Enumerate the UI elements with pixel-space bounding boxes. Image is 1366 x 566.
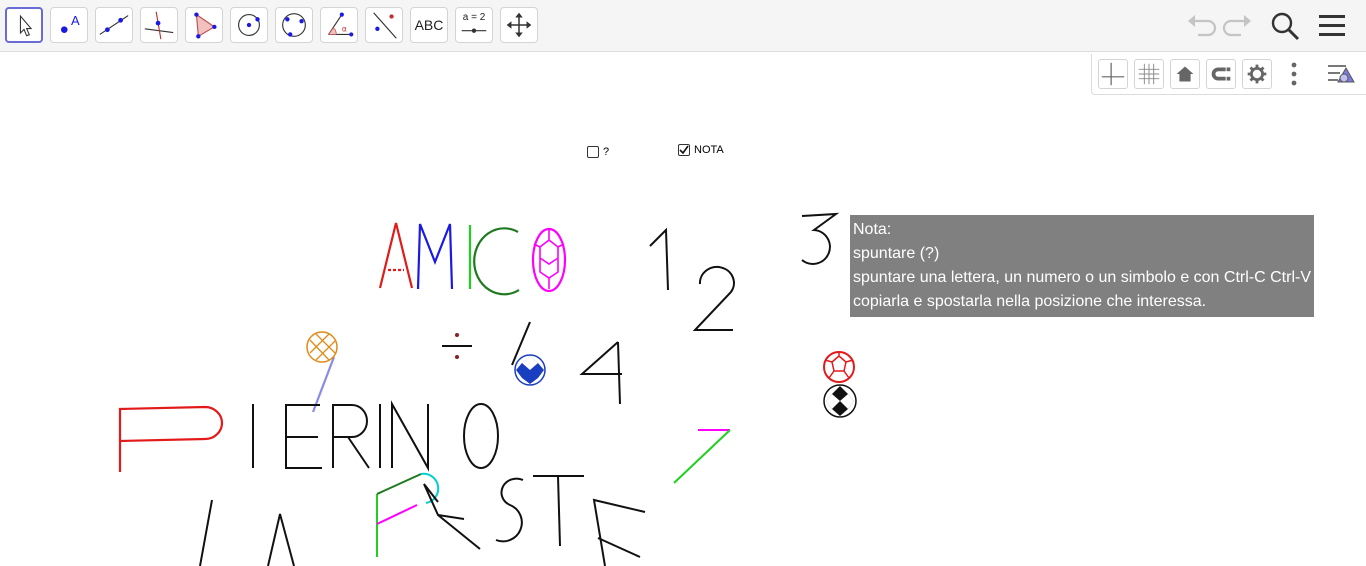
slider-icon: [461, 28, 487, 33]
point-tool[interactable]: A: [50, 7, 88, 43]
point-tool-label: A: [71, 13, 80, 28]
cursor-arrow-icon: [19, 14, 33, 37]
point-icon: [60, 26, 68, 34]
grid-icon: [1138, 63, 1160, 85]
ball-orange-with-stick[interactable]: [306, 331, 338, 413]
nota-checkbox-label: NOTA: [694, 144, 724, 156]
axes-icon: [1101, 62, 1125, 86]
note-line: Nota:: [853, 221, 892, 238]
number-7[interactable]: [673, 429, 731, 484]
line-tool[interactable]: [95, 7, 133, 43]
note-line: spuntare una lettera, un numero o un sim…: [853, 269, 1311, 286]
magnet-icon: [1211, 67, 1231, 81]
number-2[interactable]: [692, 265, 735, 331]
standard-view-button[interactable]: [1170, 59, 1200, 89]
ball-red[interactable]: [823, 351, 855, 383]
toggle-grid-button[interactable]: [1134, 59, 1164, 89]
letter-a-amico[interactable]: [378, 222, 414, 289]
letter-t[interactable]: [533, 475, 584, 547]
ball-letter-o[interactable]: [531, 227, 567, 293]
perpendicular-tool[interactable]: [140, 7, 178, 43]
letter-f[interactable]: [376, 472, 440, 557]
point-capturing-button[interactable]: [1206, 59, 1236, 89]
letter-a-la[interactable]: [267, 513, 295, 566]
reflect-line-icon: [373, 12, 397, 39]
letter-e-pierino[interactable]: [285, 404, 322, 469]
slider-tool[interactable]: a = 2: [455, 7, 493, 43]
question-checkbox-box[interactable]: [587, 146, 599, 158]
home-icon: [1176, 66, 1194, 82]
undo-icon: [1188, 15, 1217, 37]
circle-center-tool[interactable]: [230, 7, 268, 43]
letter-e-feste[interactable]: [423, 483, 481, 550]
graphics-style-bar: [1091, 54, 1366, 95]
gear-icon: [1247, 64, 1267, 84]
move-graphics-tool[interactable]: [500, 7, 538, 43]
more-vertical-icon: [1291, 62, 1297, 86]
letter-e-feste-2[interactable]: [592, 498, 646, 566]
letter-s[interactable]: [495, 477, 524, 543]
main-menu-button[interactable]: [1315, 9, 1349, 43]
toggle-axes-button[interactable]: [1098, 59, 1128, 89]
note-text-box: Nota: spuntare (?) spuntare una lettera,…: [850, 215, 1314, 317]
perpendicular-line-icon: [144, 11, 174, 40]
more-options-button[interactable]: [1286, 60, 1302, 88]
angle-icon: α: [327, 12, 354, 37]
circle-three-points-icon: [282, 13, 306, 37]
graphics-settings-button[interactable]: [1242, 59, 1272, 89]
polygon-tool[interactable]: [185, 7, 223, 43]
letter-n[interactable]: [391, 400, 429, 472]
angle-tool[interactable]: α: [320, 7, 358, 43]
letter-m[interactable]: [416, 223, 454, 290]
ball-blue[interactable]: [514, 354, 546, 386]
search-icon: [1271, 12, 1300, 41]
number-1[interactable]: [649, 227, 669, 291]
toolbar: A α ABC a = 2: [0, 0, 1366, 52]
reflect-tool[interactable]: [365, 7, 403, 43]
slash-symbol[interactable]: [511, 321, 531, 366]
circle-center-icon: [238, 14, 260, 36]
move-arrows-icon: [506, 12, 532, 38]
checkmark-icon: [679, 145, 689, 155]
undo-button[interactable]: [1184, 9, 1218, 43]
search-button[interactable]: [1268, 9, 1302, 43]
letter-c[interactable]: [473, 227, 520, 296]
letter-o-pierino[interactable]: [463, 403, 499, 469]
line-icon: [99, 15, 129, 35]
nota-checkbox-box[interactable]: [678, 144, 690, 156]
ball-black[interactable]: [823, 384, 857, 418]
letter-l[interactable]: [199, 499, 213, 566]
move-tool[interactable]: [5, 7, 43, 43]
text-tool-label: ABC: [414, 17, 444, 33]
redo-icon: [1222, 15, 1251, 37]
letter-r[interactable]: [332, 404, 370, 469]
nota-checkbox[interactable]: NOTA: [678, 144, 724, 156]
toggle-style-bar-button[interactable]: [1324, 58, 1360, 90]
svg-text:α: α: [342, 25, 347, 34]
letter-p[interactable]: [118, 405, 224, 472]
redo-button[interactable]: [1221, 9, 1255, 43]
division-symbol[interactable]: [442, 333, 472, 359]
question-checkbox[interactable]: ?: [587, 146, 609, 158]
note-line: spuntare (?): [853, 245, 940, 262]
polygon-icon: [194, 12, 217, 39]
note-line: copiarla e spostarla nella posizione che…: [853, 293, 1207, 310]
number-4[interactable]: [579, 341, 622, 405]
hamburger-menu-icon: [1319, 15, 1345, 36]
text-tool[interactable]: ABC: [410, 7, 448, 43]
style-bar-toggle-icon: [1328, 65, 1355, 83]
question-checkbox-label: ?: [603, 146, 610, 158]
circle-three-points-tool[interactable]: [275, 7, 313, 43]
number-3[interactable]: [801, 212, 840, 265]
